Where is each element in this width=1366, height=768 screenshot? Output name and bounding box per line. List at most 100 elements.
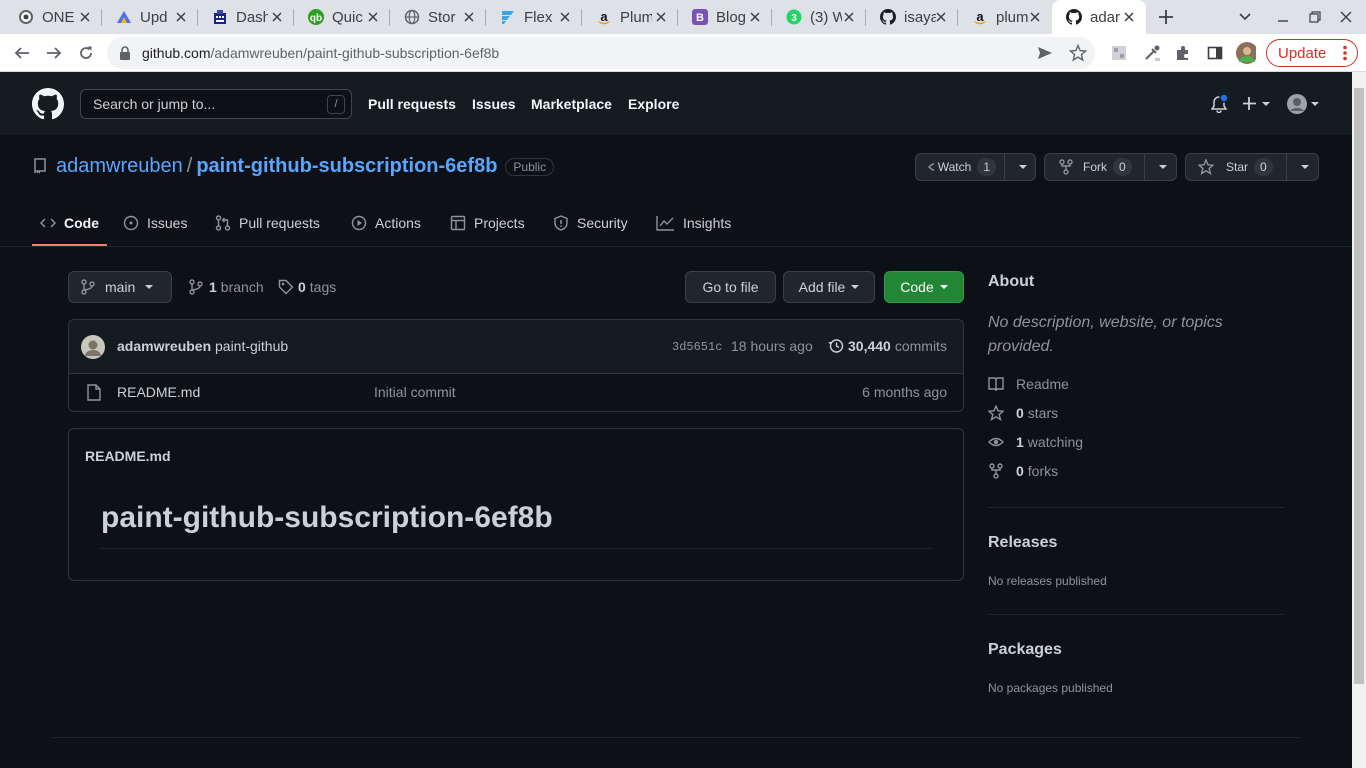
commit-sha[interactable]: 3d5651c (672, 340, 722, 354)
code-clone-button[interactable]: Code (884, 271, 964, 303)
tab-projects[interactable]: Projects (450, 213, 525, 233)
bootstrap-favicon-icon: B (692, 9, 708, 25)
menu-dots-icon[interactable] (1343, 45, 1347, 61)
releases-heading[interactable]: Releases (988, 534, 1057, 552)
star-dropdown-caret-icon[interactable] (1287, 154, 1318, 180)
commit-author[interactable]: adamwreuben (117, 338, 211, 354)
browser-tab-whatsapp[interactable]: 3 (3) W (772, 0, 866, 34)
update-favicon-icon (116, 9, 132, 25)
restore-icon[interactable] (1305, 7, 1325, 27)
close-window-icon[interactable] (1336, 7, 1356, 27)
github-logo-icon[interactable] (32, 88, 64, 120)
forks-link[interactable]: 0 forks (988, 463, 1058, 479)
repo-owner-link[interactable]: adamwreuben (56, 155, 183, 178)
side-panel-icon[interactable] (1205, 43, 1225, 63)
close-icon[interactable] (172, 8, 190, 26)
close-icon[interactable] (1026, 8, 1044, 26)
browser-tab-quickbooks[interactable]: qb Quic (294, 0, 390, 34)
browser-tab-dashboard[interactable]: Dash (198, 0, 294, 34)
notifications-bell-icon[interactable] (1210, 95, 1228, 113)
close-icon[interactable] (556, 8, 574, 26)
tab-search-chevron-icon[interactable] (1235, 7, 1255, 27)
browser-tab-github-active[interactable]: adar (1052, 0, 1146, 34)
author-avatar[interactable] (81, 335, 105, 359)
browser-tab-isaya[interactable]: isaya (866, 0, 958, 34)
tab-insights[interactable]: Insights (656, 213, 731, 233)
svg-text:B: B (696, 12, 704, 24)
tags-link[interactable]: 0 tags (278, 279, 336, 295)
fork-button[interactable]: Fork 0 (1044, 153, 1177, 181)
tab-issues[interactable]: Issues (123, 213, 187, 233)
close-icon[interactable] (746, 8, 764, 26)
watch-dropdown-caret-icon[interactable] (1005, 154, 1035, 180)
tab-security[interactable]: Security (553, 213, 628, 233)
pull-request-icon (215, 215, 231, 231)
commit-message[interactable]: paint-github (215, 338, 288, 354)
scrollbar-thumb[interactable] (1354, 88, 1364, 684)
table-row[interactable]: README.md Initial commit 6 months ago (69, 374, 963, 411)
browser-tab-update[interactable]: Upd (102, 0, 198, 34)
packages-heading[interactable]: Packages (988, 641, 1062, 659)
extension-qr-icon[interactable] (1109, 43, 1129, 63)
forward-arrow-icon[interactable] (44, 43, 64, 63)
browser-tab-one[interactable]: ONE (4, 0, 102, 34)
readme-title[interactable]: README.md (85, 448, 171, 464)
star-button[interactable]: Star 0 (1185, 153, 1319, 181)
tab-pull-requests[interactable]: Pull requests (215, 213, 320, 233)
repo-name-link[interactable]: paint-github-subscription-6ef8b (196, 155, 497, 178)
nav-pull-requests[interactable]: Pull requests (368, 96, 456, 112)
eyedropper-extension-icon[interactable] (1142, 43, 1162, 63)
stars-link[interactable]: 0 stars (988, 405, 1058, 421)
branches-link[interactable]: 1 branch (189, 279, 264, 295)
profile-avatar[interactable] (1236, 42, 1256, 64)
add-file-button[interactable]: Add file (783, 271, 875, 303)
address-bar[interactable]: github.com/adamwreuben/paint-github-subs… (107, 37, 1095, 69)
close-icon[interactable] (364, 8, 382, 26)
nav-explore[interactable]: Explore (628, 96, 679, 112)
dashboard-favicon-icon (212, 9, 228, 25)
fork-dropdown-caret-icon[interactable] (1145, 154, 1176, 180)
play-icon (351, 215, 367, 231)
branch-select-button[interactable]: main (68, 271, 172, 303)
browser-tab-flex[interactable]: Flex (486, 0, 582, 34)
close-icon[interactable] (932, 8, 950, 26)
browser-tab-blog[interactable]: B Blog (678, 0, 772, 34)
extensions-puzzle-icon[interactable] (1173, 43, 1193, 63)
tab-actions[interactable]: Actions (351, 213, 421, 233)
reload-icon[interactable] (76, 43, 96, 63)
new-tab-icon[interactable] (1156, 7, 1176, 27)
close-icon[interactable] (76, 8, 94, 26)
nav-issues[interactable]: Issues (472, 96, 516, 112)
watch-button[interactable]: Watch 1 (915, 153, 1036, 181)
browser-tab-amazon-plum[interactable]: a Plum (582, 0, 678, 34)
user-avatar-menu[interactable] (1286, 93, 1320, 115)
bookmark-star-icon[interactable] (1069, 44, 1087, 62)
back-arrow-icon[interactable] (12, 43, 32, 63)
tab-code[interactable]: Code (40, 213, 99, 233)
send-tab-icon[interactable] (1037, 45, 1053, 61)
page-scrollbar[interactable] (1352, 72, 1366, 768)
commits-history-link[interactable]: 30,440 commits (828, 338, 947, 354)
about-heading: About (988, 273, 1035, 290)
browser-toolbar: github.com/adamwreuben/paint-github-subs… (0, 34, 1366, 72)
browser-tab-amazon-plum-2[interactable]: a plum (958, 0, 1052, 34)
create-new-plus-icon[interactable] (1242, 96, 1272, 112)
close-icon[interactable] (652, 8, 670, 26)
file-name-link[interactable]: README.md (117, 384, 200, 400)
close-icon[interactable] (268, 8, 286, 26)
nav-marketplace[interactable]: Marketplace (531, 96, 612, 112)
file-commit-message[interactable]: Initial commit (374, 384, 456, 400)
close-icon[interactable] (840, 8, 858, 26)
github-search-input[interactable]: Search or jump to... / (80, 89, 352, 119)
close-icon[interactable] (460, 8, 478, 26)
minimize-icon[interactable] (1273, 7, 1293, 27)
close-icon[interactable] (1120, 8, 1138, 26)
go-to-file-button[interactable]: Go to file (685, 271, 776, 303)
branch-icon (189, 279, 203, 295)
watchers-link[interactable]: 1 watching (988, 434, 1083, 450)
svg-text:3: 3 (791, 13, 797, 24)
file-list: adamwreuben paint-github 3d5651c 18 hour… (68, 319, 964, 412)
readme-link[interactable]: Readme (988, 376, 1069, 392)
browser-tab-store[interactable]: Stor (390, 0, 486, 34)
update-button[interactable]: Update (1266, 39, 1358, 67)
